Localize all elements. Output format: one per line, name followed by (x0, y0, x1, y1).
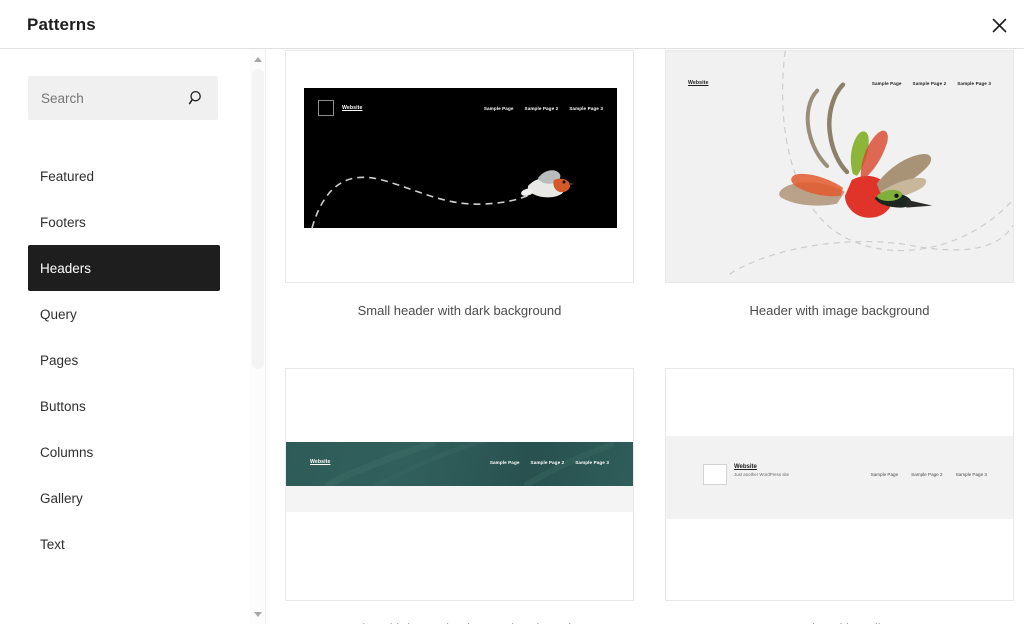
sidebar: Featured Footers Headers Query Pages But… (0, 49, 248, 624)
nav-link: Sample Page 3 (956, 472, 987, 477)
search-field[interactable] (28, 76, 218, 120)
page-title: Patterns (27, 15, 96, 35)
pattern-item: Website Sample Page Sample Page 2 Sample… (665, 50, 1014, 318)
sidebar-item-label: Buttons (40, 399, 86, 414)
sidebar-item-label: Query (40, 307, 77, 322)
sidebar-item-featured[interactable]: Featured (28, 153, 220, 199)
site-brand: Website (688, 80, 709, 86)
patterns-grid: Website Sample Page Sample Page 2 Sample… (267, 49, 1024, 624)
sidebar-item-headers[interactable]: Headers (28, 245, 220, 291)
sidebar-item-label: Gallery (40, 491, 83, 506)
nav-link: Sample Page 3 (569, 106, 603, 111)
mini-nav: Sample Page Sample Page 2 Sample Page 3 (871, 472, 987, 477)
nav-link: Sample Page 3 (575, 460, 609, 465)
nav-link: Sample Page (872, 81, 902, 86)
sidebar-item-label: Featured (40, 169, 94, 184)
logo-placeholder-icon (318, 100, 334, 116)
site-brand: Website (342, 105, 363, 111)
content-strip (286, 486, 633, 512)
sidebar-item-gallery[interactable]: Gallery (28, 475, 220, 521)
close-icon (992, 18, 1007, 33)
sidebar-item-buttons[interactable]: Buttons (28, 383, 220, 429)
pattern-caption: Header with image background (665, 303, 1014, 318)
pattern-item: Website Just another WordPress site Samp… (665, 368, 1014, 624)
close-button[interactable] (983, 9, 1015, 41)
nav-link: Sample Page (490, 460, 520, 465)
patterns-row: Website Sample Page Sample Page 2 Sample… (285, 368, 995, 624)
mini-nav: Sample Page Sample Page 2 Sample Page 3 (484, 106, 603, 111)
nav-link: Sample Page 3 (957, 81, 991, 86)
mini-header-bar: Website Sample Page Sample Page 2 Sample… (286, 442, 633, 482)
nav-link: Sample Page 2 (911, 472, 942, 477)
sidebar-item-label: Text (40, 537, 65, 552)
nav-link: Sample Page 2 (525, 106, 559, 111)
modal-header: Patterns (0, 0, 1024, 49)
mini-header-bar: Website Sample Page Sample Page 2 Sample… (304, 88, 617, 128)
pattern-item: Website Sample Page Sample Page 2 Sample… (285, 368, 634, 624)
logo-placeholder-icon (703, 464, 727, 485)
nav-link: Sample Page (871, 472, 899, 477)
nav-link: Sample Page (484, 106, 514, 111)
dark-header-band: Website Sample Page Sample Page 2 Sample… (304, 88, 617, 228)
sidebar-item-label: Footers (40, 215, 86, 230)
site-brand: Website (734, 464, 789, 470)
site-brand: Website (310, 459, 331, 465)
patterns-content: Website Sample Page Sample Page 2 Sample… (248, 49, 1024, 624)
site-tagline: Just another WordPress site (734, 472, 789, 477)
sidebar-item-label: Pages (40, 353, 78, 368)
patterns-modal: Patterns Featured Foot (0, 0, 1024, 624)
nav-link: Sample Page 2 (913, 81, 947, 86)
search-icon[interactable] (187, 88, 207, 108)
pattern-preview-header-overlay[interactable]: Website Sample Page Sample Page 2 Sample… (285, 368, 634, 601)
sidebar-item-columns[interactable]: Columns (28, 429, 220, 475)
mini-header-bar: Website Sample Page Sample Page 2 Sample… (666, 73, 1013, 93)
mini-nav: Sample Page Sample Page 2 Sample Page 3 (872, 81, 991, 86)
pattern-preview-small-header-dark[interactable]: Website Sample Page Sample Page 2 Sample… (285, 50, 634, 283)
chevron-up-icon[interactable] (250, 51, 266, 67)
tagline-header-band: Website Just another WordPress site Samp… (666, 436, 1013, 519)
teal-overlay-band: Website Sample Page Sample Page 2 Sample… (286, 442, 633, 486)
sidebar-item-pages[interactable]: Pages (28, 337, 220, 383)
sidebar-item-label: Headers (40, 261, 91, 276)
scrollbar-thumb[interactable] (252, 69, 264, 369)
sidebar-item-query[interactable]: Query (28, 291, 220, 337)
vertical-scrollbar[interactable] (250, 49, 266, 624)
mini-nav: Sample Page Sample Page 2 Sample Page 3 (490, 460, 609, 465)
chevron-down-icon[interactable] (250, 606, 266, 622)
brand-block: Website Just another WordPress site (734, 464, 789, 477)
pattern-preview-header-tagline[interactable]: Website Just another WordPress site Samp… (665, 368, 1014, 601)
pattern-preview-header-image-background[interactable]: Website Sample Page Sample Page 2 Sample… (665, 50, 1014, 283)
sidebar-item-footers[interactable]: Footers (28, 199, 220, 245)
category-nav: Featured Footers Headers Query Pages But… (28, 153, 220, 567)
sidebar-item-label: Columns (40, 445, 93, 460)
nav-link: Sample Page 2 (531, 460, 565, 465)
pattern-caption: Small header with dark background (285, 303, 634, 318)
sidebar-item-text[interactable]: Text (28, 521, 220, 567)
patterns-row: Website Sample Page Sample Page 2 Sample… (285, 50, 995, 318)
pattern-item: Website Sample Page Sample Page 2 Sample… (285, 50, 634, 318)
